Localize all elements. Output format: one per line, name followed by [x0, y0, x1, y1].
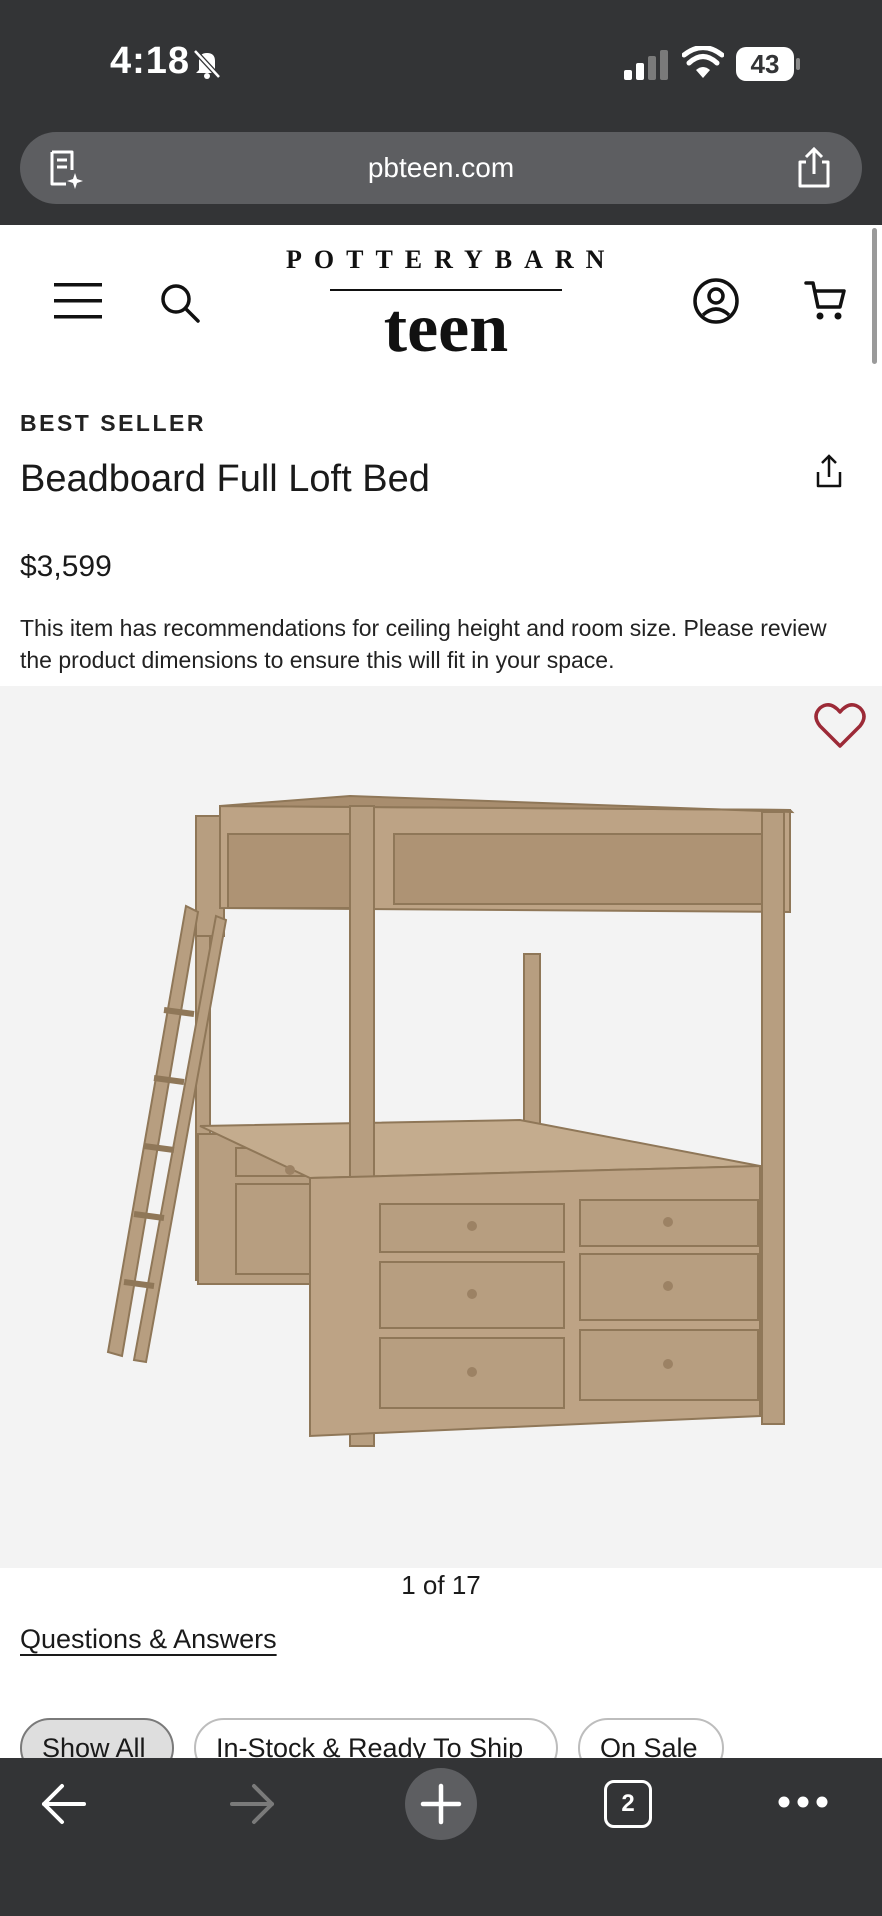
- questions-answers-link[interactable]: Questions & Answers: [20, 1624, 277, 1655]
- back-icon[interactable]: [40, 1782, 88, 1826]
- account-icon[interactable]: [692, 277, 740, 325]
- battery-indicator: 43: [736, 47, 800, 81]
- product-image[interactable]: [0, 686, 882, 1568]
- url-bar[interactable]: pbteen.com: [20, 132, 862, 204]
- plus-icon: [420, 1783, 462, 1825]
- image-counter: 1 of 17: [401, 1570, 481, 1600]
- product-image-carousel[interactable]: [0, 686, 882, 1568]
- best-seller-badge: BEST SELLER: [20, 410, 206, 436]
- product-price: $3,599: [20, 550, 112, 583]
- signal-icon: [624, 50, 668, 80]
- bell-slash-icon: [193, 49, 221, 79]
- browser-bottom-toolbar: 2: [0, 1758, 882, 1916]
- forward-icon[interactable]: [228, 1782, 276, 1826]
- more-icon[interactable]: [778, 1794, 828, 1810]
- scroll-indicator[interactable]: [872, 228, 877, 364]
- logo-wordmark-top[interactable]: POTTERYBARN: [286, 245, 606, 275]
- heart-icon[interactable]: [814, 702, 866, 750]
- tabs-button[interactable]: 2: [604, 1780, 652, 1828]
- browser-top-chrome: 4:18 43 pbteen.com: [0, 0, 882, 225]
- share-icon[interactable]: [794, 146, 834, 190]
- fit-notice: This item has recommendations for ceilin…: [20, 615, 827, 673]
- menu-icon[interactable]: [54, 281, 102, 321]
- share-icon[interactable]: [810, 452, 848, 490]
- logo-wordmark-bottom[interactable]: teen: [286, 291, 606, 367]
- site-header: POTTERYBARN teen: [0, 225, 882, 375]
- search-icon[interactable]: [158, 281, 202, 325]
- product-title: Beadboard Full Loft Bed: [20, 458, 430, 500]
- battery-level: 43: [750, 49, 780, 79]
- url-text[interactable]: pbteen.com: [20, 132, 862, 204]
- wifi-icon: [682, 46, 724, 78]
- status-time: 4:18: [110, 40, 191, 82]
- new-tab-button[interactable]: [405, 1768, 477, 1840]
- cart-icon[interactable]: [804, 279, 848, 323]
